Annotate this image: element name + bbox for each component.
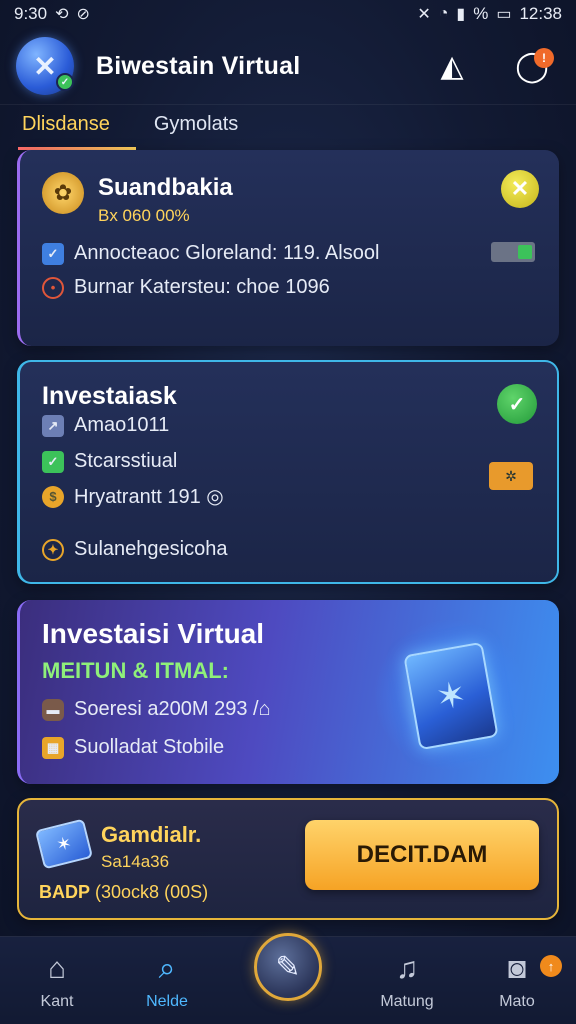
shield-icon: ✎ xyxy=(275,950,301,984)
tab-1[interactable]: Dlisdanse xyxy=(18,113,136,150)
dismiss-button[interactable]: ✕ xyxy=(501,170,539,208)
toggle-switch[interactable] xyxy=(491,242,535,262)
list-item: ✓ Stcarsstiual xyxy=(42,450,177,473)
status-bar: 9:30 ⟲ ⊘ ✕ ◔ ▮ % ▭ 12:38 xyxy=(0,0,576,28)
signal-icon: ▮ xyxy=(456,6,466,23)
vault-icon: ✶ xyxy=(403,641,499,751)
list-item: ↗ Amao1011 xyxy=(42,414,169,437)
list-item-text: Hryatrantt 191 ◎ xyxy=(74,486,224,508)
trophy-icon: ✿ xyxy=(42,172,84,214)
confirm-button[interactable]: ✓ xyxy=(497,384,537,424)
list-item: ▦ Suolladat Stobile xyxy=(42,736,224,759)
list-item: ▬ Soeresi a200M 293 /⌂ xyxy=(42,698,271,721)
megaphone-icon: ◭ xyxy=(440,49,464,83)
list-item-text: Suolladat Stobile xyxy=(74,736,225,758)
vault-illustration: ✶ xyxy=(375,620,525,770)
status-time-right: 12:38 xyxy=(519,4,562,23)
nav-label: Kant xyxy=(40,993,74,1010)
coin-icon: $ xyxy=(42,485,64,508)
battery-icon: ▭ xyxy=(496,6,512,23)
target-icon: • xyxy=(42,276,64,299)
card-title: Gamdialr. xyxy=(101,822,202,847)
card-subtitle: Sa14a36 xyxy=(101,852,170,871)
list-item: • Burnar Katersteu: choe 1096 xyxy=(42,276,330,299)
detail-bold: BADP xyxy=(39,882,91,902)
bottom-nav: ⌂ Kant ⌕ Nelde ✎ ♫ Matung ◙ Mato ↑ xyxy=(0,933,576,1024)
check-icon: ✓ xyxy=(42,450,64,473)
search-icon: ⌕ xyxy=(158,952,176,985)
music-icon: ♫ xyxy=(395,952,419,985)
close-icon: ✕ xyxy=(510,176,530,201)
card-featured[interactable]: Investaisi Virtual MEITUN & ITMAL: ▬ Soe… xyxy=(17,600,559,784)
checkbox-icon: ✓ xyxy=(42,242,64,265)
card-subtitle: Bx 060 00% xyxy=(98,206,190,225)
list-item-text: Soeresi a200M 293 /⌂ xyxy=(74,698,271,720)
wallet-icon: ▬ xyxy=(42,698,64,721)
detail-rest: (30ock8 (00S) xyxy=(95,882,209,902)
upload-badge-icon: ↑ xyxy=(540,955,562,977)
action-button[interactable]: ✲ xyxy=(489,462,533,490)
nav-center-button[interactable]: ✎ xyxy=(254,933,322,1001)
nav-label: Nelde xyxy=(146,993,188,1010)
list-item-text: Amao1011 xyxy=(74,414,170,436)
card-title: Investaiask xyxy=(42,382,177,410)
list-item-text: Annocteaoc Gloreland: 119. Alsool xyxy=(74,242,380,264)
card-promo[interactable]: ✶ Gamdialr. Sa14a36 BADP (30ock8 (00S) D… xyxy=(17,798,559,920)
tab-bar: Dlisdanse Gymolats xyxy=(0,104,576,150)
card-title: Suandbakia xyxy=(98,174,233,201)
card-detail: BADP (30ock8 (00S) xyxy=(39,882,208,903)
home-icon: ⌂ xyxy=(47,952,67,985)
card-title: Investaisi Virtual xyxy=(42,618,265,649)
star-icon: ✦ xyxy=(42,538,64,561)
megaphone-button[interactable]: ◭ xyxy=(432,46,472,86)
chart-icon: ↗ xyxy=(42,414,64,437)
cta-button[interactable]: DECIT.DAM xyxy=(305,820,539,890)
list-item: $ Hryatrantt 191 ◎ xyxy=(42,484,224,509)
verified-badge-icon: ✓ xyxy=(56,73,74,91)
nav-item-search[interactable]: ⌕ Nelde xyxy=(122,951,212,1011)
list-item-text: Sulanehgesicoha xyxy=(74,538,228,560)
building-icon: ▦ xyxy=(42,736,64,759)
app-notification-icon: ⊘ xyxy=(76,6,90,23)
list-item: ✦ Sulanehgesicoha xyxy=(42,538,227,561)
card-subtitle: MEITUN & ITMAL: xyxy=(42,658,229,683)
notifications-button[interactable]: ◯ ! xyxy=(512,46,554,86)
card-investment[interactable]: Investaiask ✓ ↗ Amao1011 ✓ Stcarsstiual … xyxy=(17,360,559,584)
status-time-left: 9:30 xyxy=(14,4,48,23)
app-logo-icon[interactable]: ✕ ✓ xyxy=(16,37,74,95)
nav-item-home[interactable]: ⌂ Kant xyxy=(12,951,102,1011)
nav-label: Matung xyxy=(380,993,434,1010)
gift-card-icon: ✶ xyxy=(34,818,94,870)
mute-icon: ✕ xyxy=(417,6,431,23)
list-item: ✓ Annocteaoc Gloreland: 119. Alsool xyxy=(42,242,379,265)
card-summary[interactable]: ✿ Suandbakia Bx 060 00% ✕ ✓ Annocteaoc G… xyxy=(17,150,559,346)
tab-2[interactable]: Gymolats xyxy=(154,113,238,150)
camera-icon: ◙ xyxy=(507,952,527,985)
wifi-icon: ◔ xyxy=(438,5,449,22)
gear-icon: ✲ xyxy=(505,467,517,484)
nav-label: Mato xyxy=(499,993,535,1010)
battery-percent: % xyxy=(473,4,489,23)
app-header: ✕ ✓ Biwestain Virtual ◭ ◯ ! xyxy=(0,30,576,102)
toggle-knob xyxy=(518,245,532,259)
app-title: Biwestain Virtual xyxy=(96,51,301,80)
check-icon: ✓ xyxy=(508,393,526,416)
nav-item-music[interactable]: ♫ Matung xyxy=(362,951,452,1011)
list-item-text: Burnar Katersteu: choe 1096 xyxy=(74,276,330,298)
sync-icon: ⟲ xyxy=(55,6,69,23)
notification-badge-icon: ! xyxy=(534,48,554,68)
list-item-text: Stcarsstiual xyxy=(74,450,178,472)
